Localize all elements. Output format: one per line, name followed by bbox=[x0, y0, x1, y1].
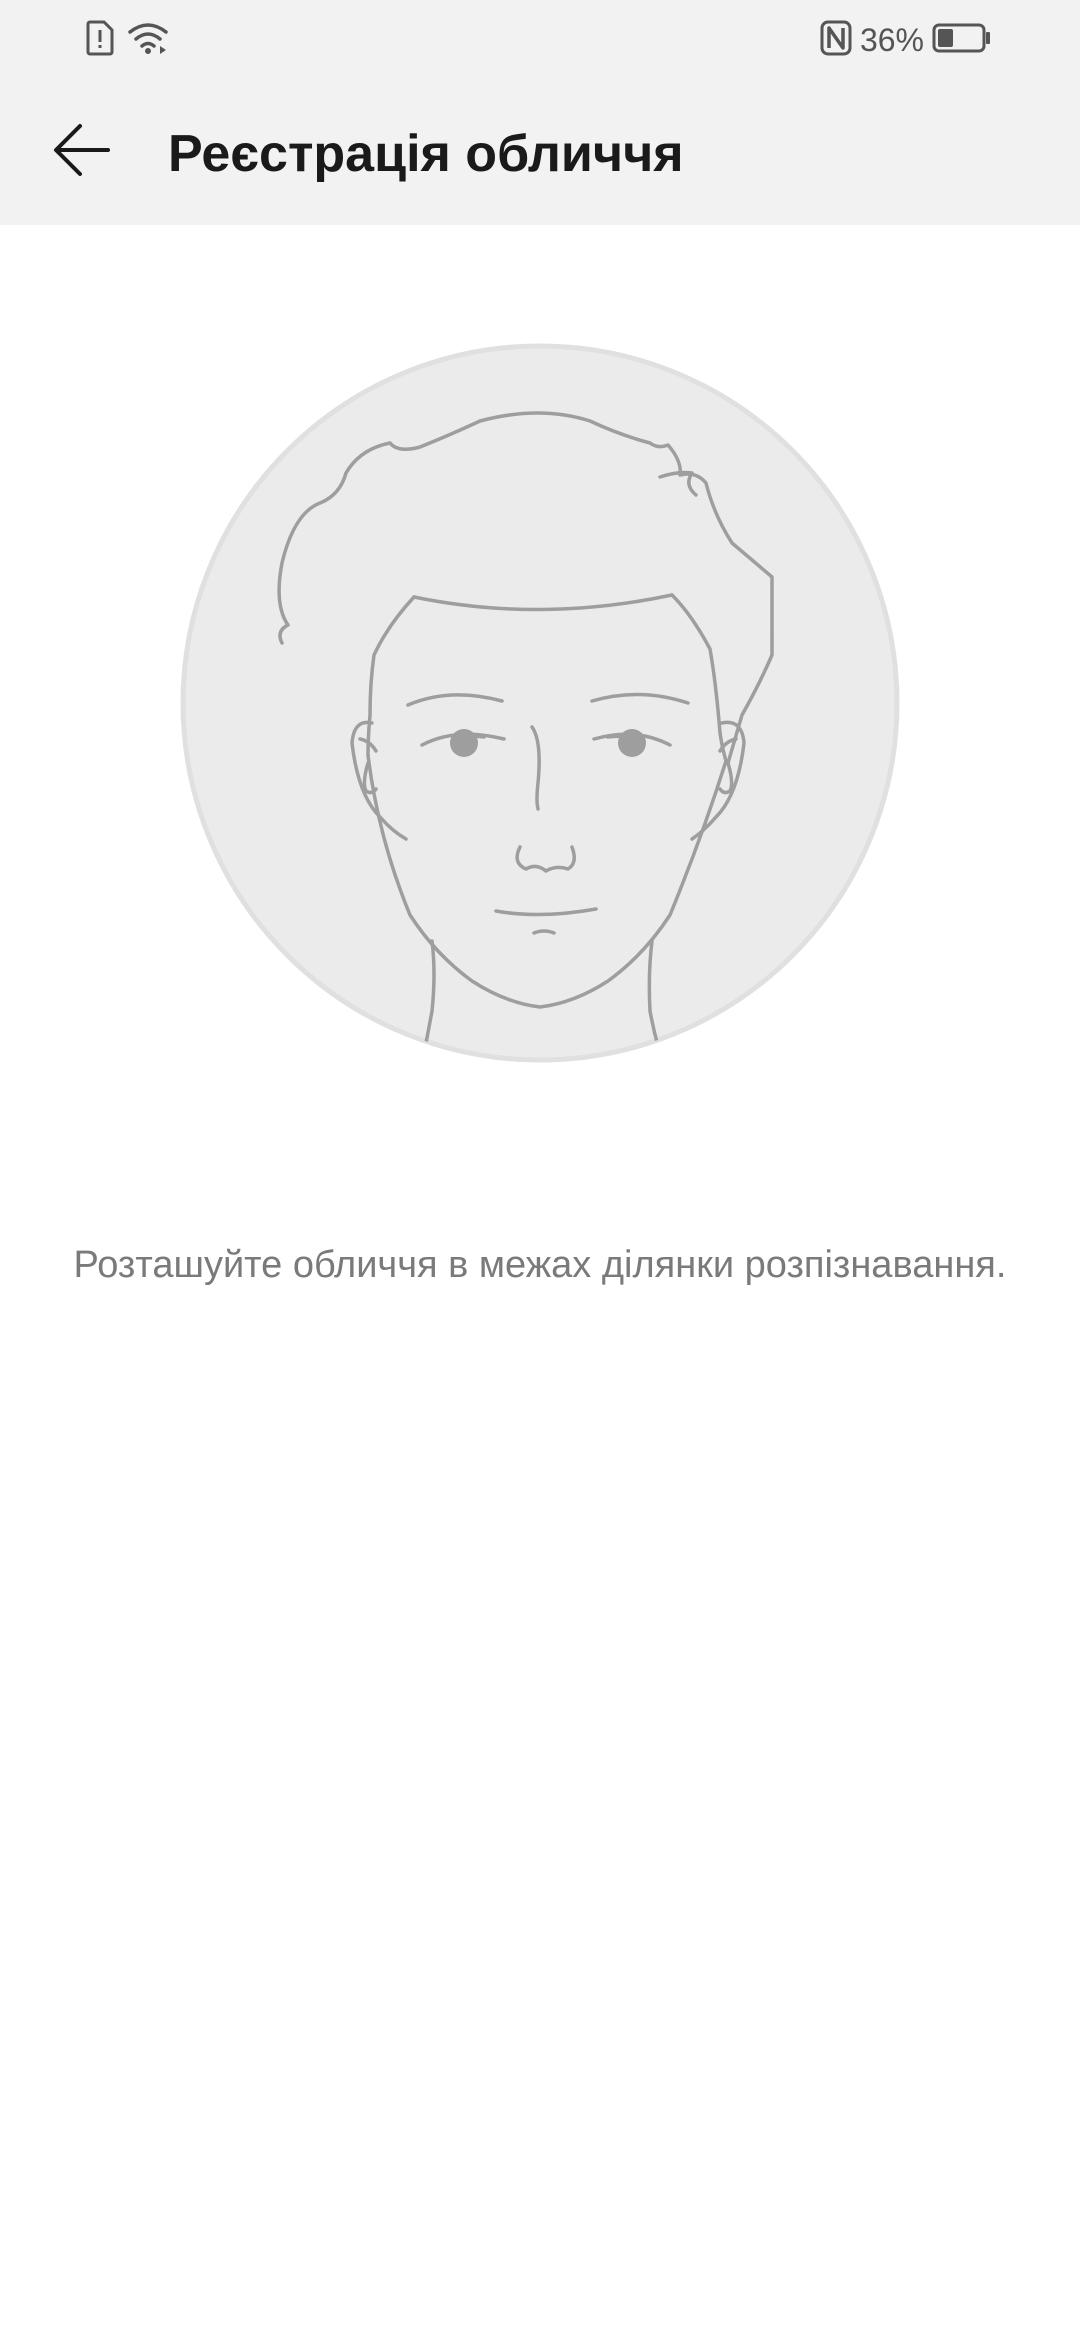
instruction-text: Розташуйте обличчя в межах ділянки розпі… bbox=[73, 1244, 1007, 1286]
status-bar: 36% bbox=[0, 0, 1080, 80]
back-button[interactable] bbox=[40, 110, 124, 194]
status-left-icons bbox=[86, 20, 168, 61]
face-registration-screen: 36% Реєстрація обличчя Розташуйте обличч… bbox=[0, 0, 1080, 2340]
battery-icon bbox=[932, 22, 992, 59]
sim-alert-icon bbox=[86, 20, 114, 61]
nfc-icon bbox=[820, 20, 852, 61]
wifi-icon bbox=[128, 20, 168, 61]
app-bar: Реєстрація обличчя bbox=[0, 80, 1080, 225]
status-right-icons: 36% bbox=[820, 20, 992, 61]
face-outline-icon bbox=[180, 343, 900, 1063]
page-title: Реєстрація обличчя bbox=[168, 125, 684, 183]
battery-percent: 36% bbox=[859, 22, 924, 58]
arrow-left-icon bbox=[52, 120, 112, 185]
